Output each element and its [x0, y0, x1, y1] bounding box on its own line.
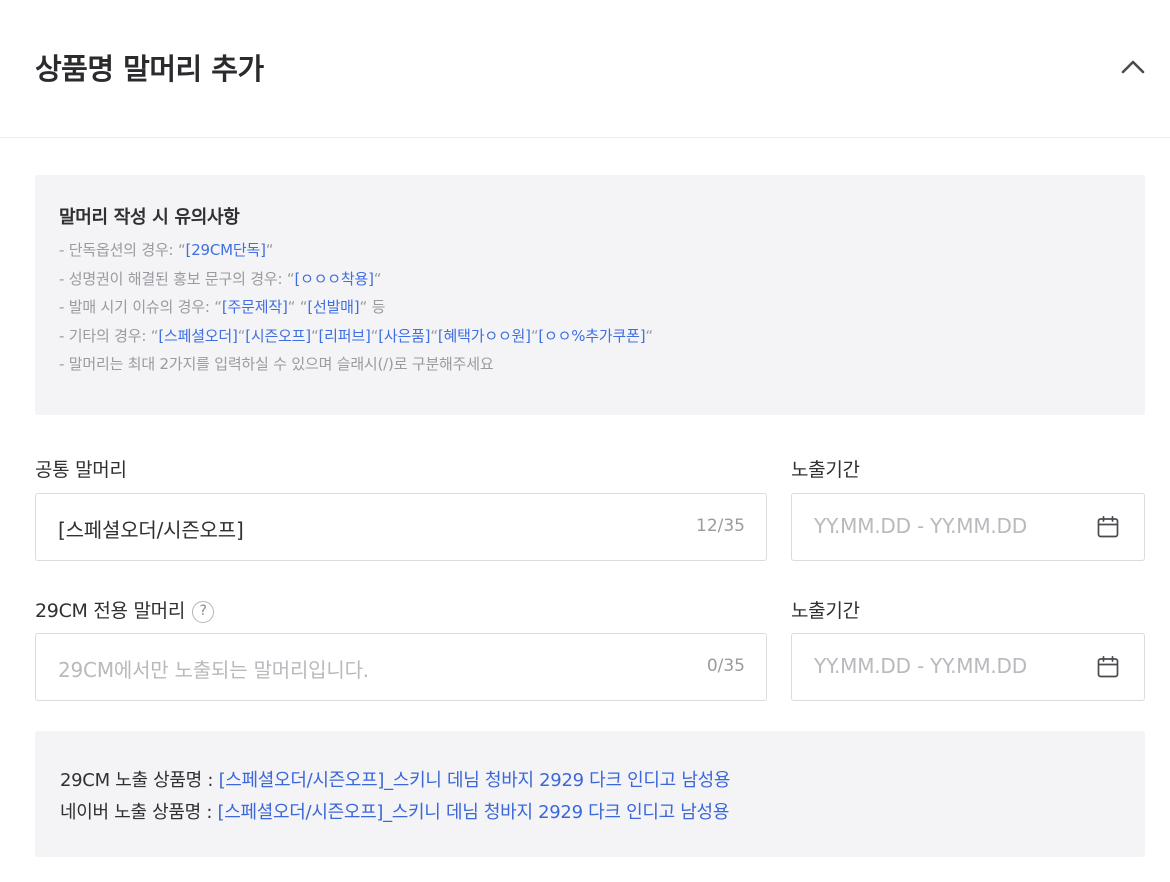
notice-separator: “ — [310, 326, 319, 345]
preview-29cm-value: [스페셜오더/시즌오프]_스키니 데님 청바지 2929 다크 인디고 남성용 — [218, 770, 731, 791]
chevron-up-icon[interactable] — [1118, 52, 1148, 82]
calendar-icon[interactable] — [1096, 515, 1120, 539]
notice-example-prefix: [29CM단독] — [185, 241, 266, 259]
notice-text: - 단독옵션의 경우: “ — [59, 241, 186, 259]
notice-example-prefix: [ㅇㅇㅇ착용] — [294, 269, 374, 288]
notice-example-prefix: [ㅇㅇ%추가쿠폰] — [538, 326, 646, 345]
preview-naver-value: [스페셜오더/시즌오프]_스키니 데님 청바지 2929 다크 인디고 남성용 — [217, 802, 730, 823]
section-title: 상품명 말머리 추가 — [35, 52, 264, 86]
notice-separator: “ “ — [287, 298, 308, 316]
notice-text: “ 등 — [359, 298, 386, 316]
common-period-label: 노출기간 — [791, 459, 860, 481]
notice-example-prefix: [혜택가ㅇㅇ원] — [437, 326, 531, 345]
common-prefix-counter: 12/35 — [696, 516, 745, 536]
notice-separator: “ — [430, 326, 438, 345]
notice-text: “ — [373, 269, 382, 288]
exclusive-period-placeholder: YY.MM.DD - YY.MM.DD — [814, 654, 1027, 678]
notice-example-prefix: [주문제작] — [221, 298, 288, 316]
notice-text: “ — [645, 326, 653, 345]
exclusive-prefix-input[interactable]: 29CM에서만 노출되는 말머리입니다. 0/35 — [35, 633, 767, 701]
exclusive-period-label: 노출기간 — [791, 600, 860, 622]
notice-line: - 말머리는 최대 2가지를 입력하실 수 있으며 슬래시(/)로 구분해주세요 — [59, 353, 653, 382]
notice-line: - 기타의 경우: “[스페셜오더]“[시즌오프]“[리퍼브]“[사은품]“[혜… — [59, 325, 653, 354]
preview-29cm-label: 29CM 노출 상품명 : — [60, 770, 219, 791]
notice-line: - 단독옵션의 경우: “[29CM단독]“ — [59, 239, 653, 268]
notice-text: - 말머리는 최대 2가지를 입력하실 수 있으며 슬래시(/)로 구분해주세요 — [59, 355, 494, 373]
exclusive-period-input[interactable]: YY.MM.DD - YY.MM.DD — [791, 633, 1145, 701]
notice-text: - 발매 시기 이슈의 경우: “ — [59, 298, 222, 316]
notice-list: - 단독옵션의 경우: “[29CM단독]“ - 성명권이 해결된 홍보 문구의 … — [59, 239, 653, 382]
product-name-preview: 29CM 노출 상품명 : [스페셜오더/시즌오프]_스키니 데님 청바지 29… — [35, 731, 1145, 857]
exclusive-prefix-label: 29CM 전용 말머리 — [35, 600, 186, 622]
notice-example-prefix: [시즌오프] — [245, 326, 311, 345]
notice-example-prefix: [리퍼브] — [318, 326, 371, 345]
help-icon[interactable]: ? — [192, 601, 215, 623]
preview-29cm-line: 29CM 노출 상품명 : [스페셜오더/시즌오프]_스키니 데님 청바지 29… — [60, 766, 730, 792]
preview-naver-label: 네이버 노출 상품명 : — [60, 802, 218, 823]
notice-example-prefix: [선발매] — [307, 298, 360, 316]
notice-text: - 성명권이 해결된 홍보 문구의 경우: “ — [59, 269, 295, 288]
notice-example-prefix: [스페셜오더] — [158, 326, 238, 345]
calendar-icon[interactable] — [1096, 655, 1120, 679]
exclusive-prefix-placeholder: 29CM에서만 노출되는 말머리입니다. — [58, 658, 369, 682]
common-prefix-input[interactable]: [스페셜오더/시즌오프] 12/35 — [35, 493, 767, 561]
preview-naver-line: 네이버 노출 상품명 : [스페셜오더/시즌오프]_스키니 데님 청바지 292… — [60, 798, 729, 824]
notice-line: - 성명권이 해결된 홍보 문구의 경우: “[ㅇㅇㅇ착용]“ — [59, 268, 653, 297]
exclusive-prefix-counter: 0/35 — [706, 656, 745, 676]
notice-title: 말머리 작성 시 유의사항 — [59, 207, 240, 228]
common-prefix-label: 공통 말머리 — [35, 459, 127, 481]
common-period-placeholder: YY.MM.DD - YY.MM.DD — [814, 514, 1027, 538]
notice-example-prefix: [사은품] — [378, 326, 431, 345]
common-prefix-value: [스페셜오더/시즌오프] — [58, 518, 244, 542]
common-period-input[interactable]: YY.MM.DD - YY.MM.DD — [791, 493, 1145, 561]
notice-line: - 발매 시기 이슈의 경우: “[주문제작]“ “[선발매]“ 등 — [59, 296, 653, 325]
section-header: 상품명 말머리 추가 — [0, 0, 1170, 138]
notice-text: “ — [265, 241, 274, 259]
notice-text: - 기타의 경우: “ — [59, 326, 159, 345]
exclusive-prefix-label-row: 29CM 전용 말머리? — [35, 596, 215, 623]
notice-box: 말머리 작성 시 유의사항 - 단독옵션의 경우: “[29CM단독]“ - 성명… — [35, 175, 1145, 415]
